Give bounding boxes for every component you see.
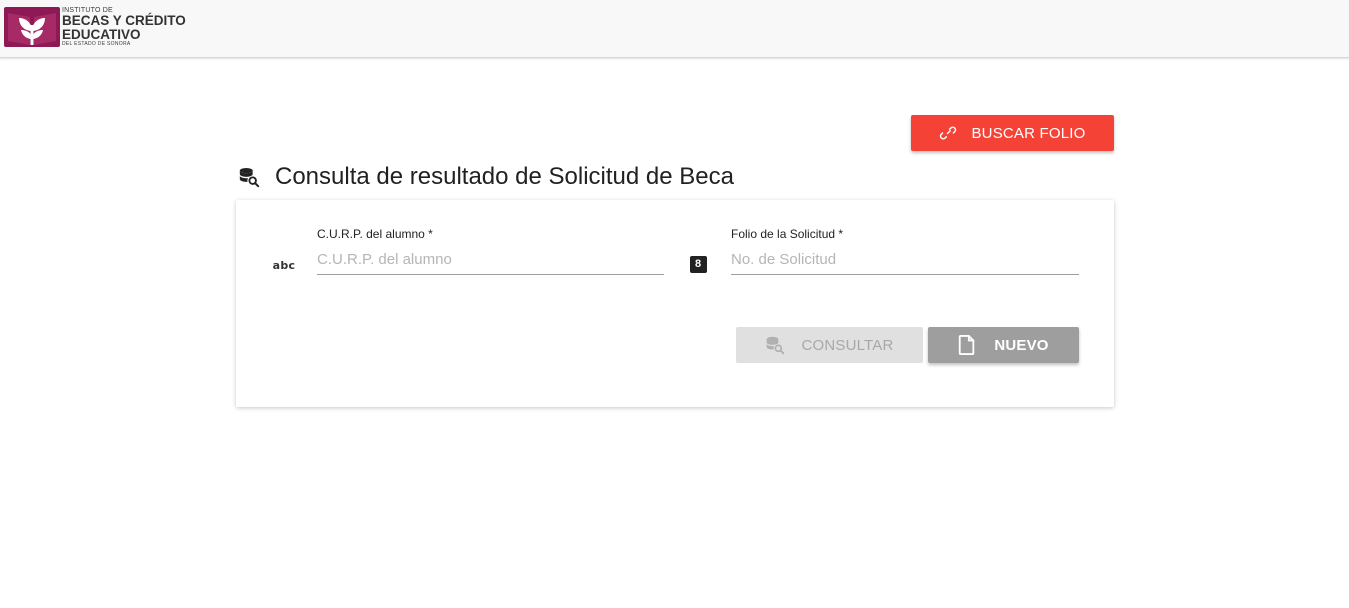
consultar-label: CONSULTAR: [801, 336, 894, 354]
database-search-icon: [765, 335, 785, 355]
logo-text: INSTITUTO DE BECAS Y CRÉDITO EDUCATIVO D…: [62, 7, 186, 47]
file-icon: [958, 335, 976, 355]
logo-line-2: BECAS Y CRÉDITO: [62, 13, 186, 28]
numeric-icon: 8: [689, 255, 707, 273]
nuevo-label: NUEVO: [994, 336, 1049, 354]
consultar-button[interactable]: CONSULTAR: [736, 327, 923, 363]
curp-input[interactable]: [317, 245, 664, 275]
folio-input[interactable]: [731, 245, 1079, 275]
consulta-form-card: abc C.U.R.P. del alumno * 8 Folio de la …: [236, 200, 1114, 407]
database-search-icon: [238, 166, 260, 188]
folio-label: Folio de la Solicitud *: [731, 227, 844, 241]
logo-book-icon: [4, 7, 60, 47]
page-title: Consulta de resultado de Solicitud de Be…: [238, 160, 734, 194]
page-title-text: Consulta de resultado de Solicitud de Be…: [275, 163, 734, 190]
institution-logo[interactable]: INSTITUTO DE BECAS Y CRÉDITO EDUCATIVO D…: [4, 5, 186, 49]
link-icon: [939, 124, 957, 142]
buscar-folio-button[interactable]: BUSCAR FOLIO: [911, 115, 1114, 151]
logo-line-4: DEL ESTADO DE SONORA: [62, 41, 131, 47]
top-app-bar: INSTITUTO DE BECAS Y CRÉDITO EDUCATIVO D…: [0, 0, 1349, 58]
alphabetical-icon: abc: [272, 258, 296, 272]
buscar-folio-label: BUSCAR FOLIO: [971, 124, 1086, 142]
curp-label: C.U.R.P. del alumno *: [317, 227, 433, 241]
nuevo-button[interactable]: NUEVO: [928, 327, 1079, 363]
logo-line-3: EDUCATIVO: [62, 26, 141, 42]
